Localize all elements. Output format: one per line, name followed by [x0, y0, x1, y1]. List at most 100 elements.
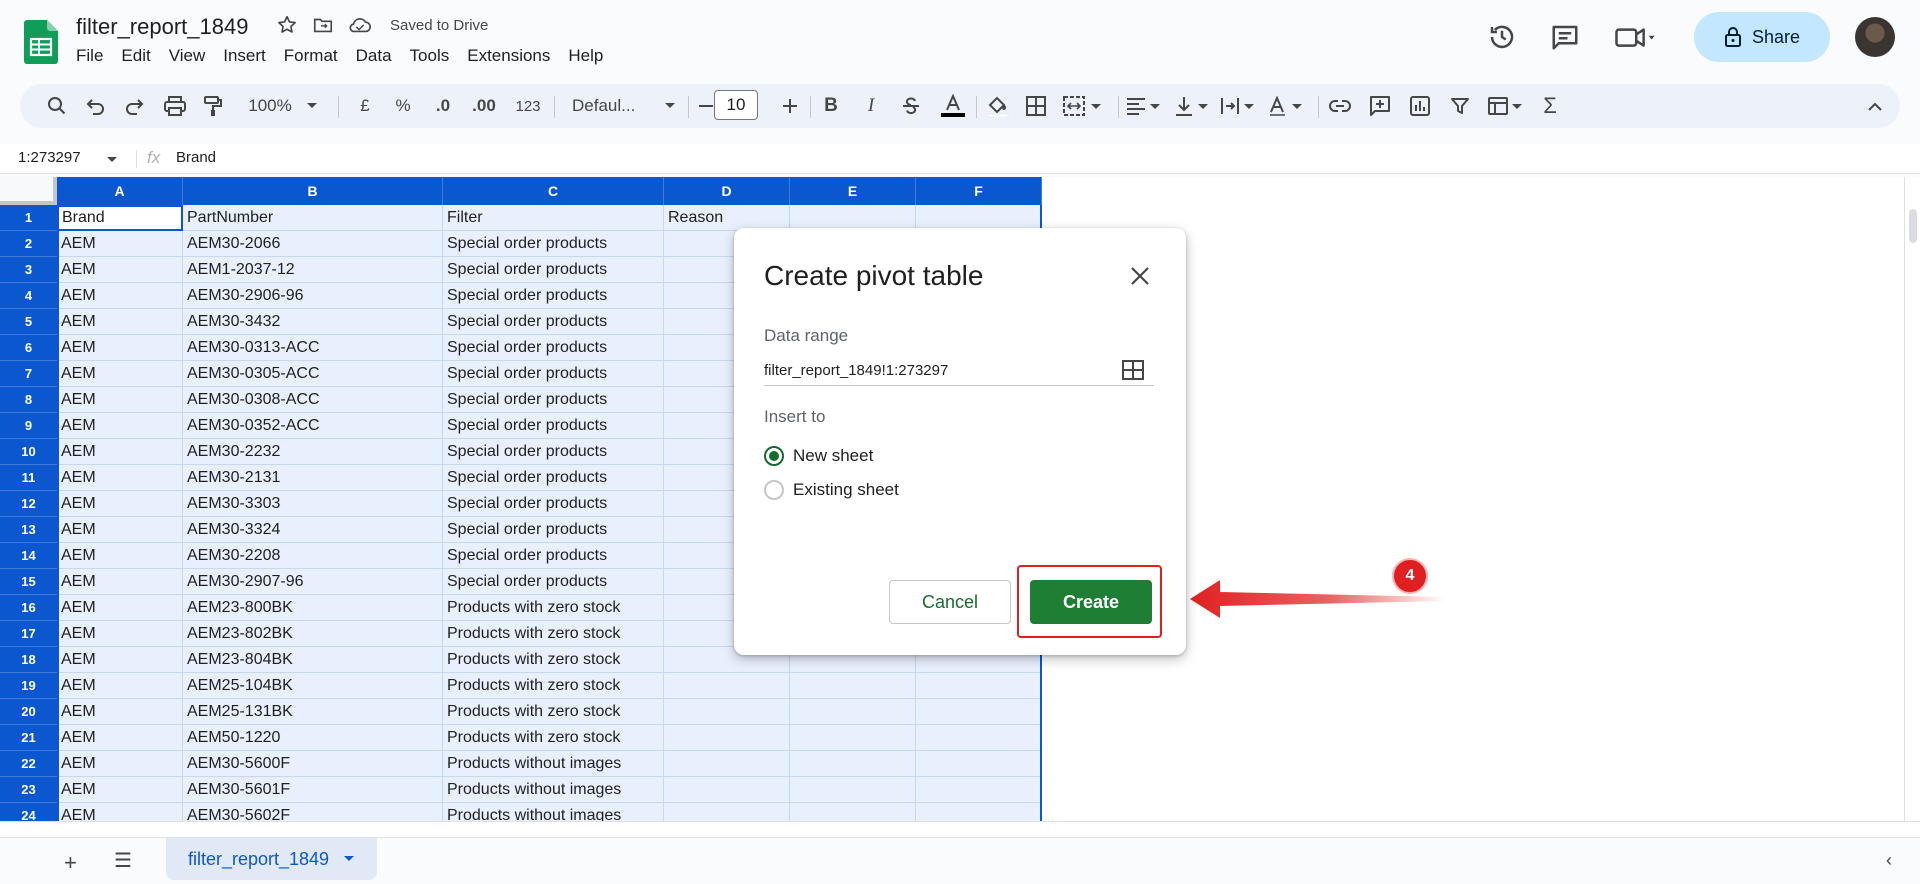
table-cell[interactable]: AEM: [57, 257, 183, 283]
close-icon[interactable]: [1128, 264, 1152, 288]
table-cell[interactable]: Special order products: [443, 491, 664, 517]
column-header-f[interactable]: F: [916, 177, 1042, 205]
table-cell[interactable]: Special order products: [443, 439, 664, 465]
row-header[interactable]: 23: [0, 777, 57, 803]
menu-tools[interactable]: Tools: [410, 46, 459, 66]
redo-icon[interactable]: [120, 84, 150, 128]
font-size-input[interactable]: 10: [714, 90, 758, 120]
table-cell[interactable]: Brand: [57, 205, 183, 231]
merge-cells-icon[interactable]: [1058, 84, 1108, 128]
row-header[interactable]: 10: [0, 439, 57, 465]
insert-link-icon[interactable]: [1324, 84, 1356, 128]
zoom-select[interactable]: 100%: [240, 84, 300, 128]
existing-sheet-option[interactable]: Existing sheet: [764, 480, 899, 500]
table-cell[interactable]: AEM1-2037-12: [183, 257, 443, 283]
sheet-tab[interactable]: filter_report_1849: [166, 838, 377, 880]
table-cell[interactable]: AEM: [57, 465, 183, 491]
row-header[interactable]: 16: [0, 595, 57, 621]
column-header-c[interactable]: C: [443, 177, 664, 205]
horizontal-align-icon[interactable]: [1122, 84, 1166, 128]
table-cell[interactable]: AEM30-3432: [183, 309, 443, 335]
menu-help[interactable]: Help: [568, 46, 612, 66]
table-cell[interactable]: Special order products: [443, 465, 664, 491]
row-header[interactable]: 24: [0, 803, 57, 821]
row-header[interactable]: 5: [0, 309, 57, 335]
table-cell[interactable]: Special order products: [443, 517, 664, 543]
table-cell[interactable]: AEM: [57, 699, 183, 725]
existing-sheet-radio[interactable]: [764, 480, 784, 500]
table-cell[interactable]: AEM30-0352-ACC: [183, 413, 443, 439]
menu-view[interactable]: View: [169, 46, 215, 66]
select-range-icon[interactable]: [1122, 360, 1144, 380]
data-range-field[interactable]: filter_report_1849!1:273297: [764, 356, 1154, 386]
table-cell[interactable]: [664, 777, 790, 803]
table-cell[interactable]: AEM: [57, 751, 183, 777]
table-cell[interactable]: [916, 751, 1042, 777]
name-box-chevron-icon[interactable]: [106, 156, 118, 164]
menu-edit[interactable]: Edit: [121, 46, 159, 66]
column-header-b[interactable]: B: [183, 177, 443, 205]
table-cell[interactable]: AEM30-0313-ACC: [183, 335, 443, 361]
table-cell[interactable]: Special order products: [443, 335, 664, 361]
table-cell[interactable]: [916, 699, 1042, 725]
decrease-decimal-button[interactable]: .0: [426, 84, 460, 128]
horizontal-scrollbar[interactable]: [0, 821, 1920, 837]
table-cell[interactable]: [664, 673, 790, 699]
table-cell[interactable]: AEM30-2066: [183, 231, 443, 257]
filter-icon[interactable]: [1444, 84, 1476, 128]
table-cell[interactable]: [916, 777, 1042, 803]
table-cell[interactable]: AEM30-2131: [183, 465, 443, 491]
bold-icon[interactable]: B: [816, 84, 846, 128]
sheets-logo-icon[interactable]: [24, 20, 58, 64]
table-cell[interactable]: AEM30-0308-ACC: [183, 387, 443, 413]
table-cell[interactable]: AEM: [57, 335, 183, 361]
italic-icon[interactable]: I: [856, 84, 886, 128]
undo-icon[interactable]: [80, 84, 110, 128]
menu-extensions[interactable]: Extensions: [467, 46, 559, 66]
percent-format-button[interactable]: %: [388, 84, 418, 128]
text-wrapping-icon[interactable]: [1216, 84, 1260, 128]
data-range-value[interactable]: filter_report_1849!1:273297: [764, 362, 948, 379]
table-cell[interactable]: Filter: [443, 205, 664, 231]
insert-comment-icon[interactable]: [1364, 84, 1396, 128]
table-cell[interactable]: Special order products: [443, 309, 664, 335]
row-header[interactable]: 4: [0, 283, 57, 309]
table-cell[interactable]: Products without images: [443, 803, 664, 821]
table-cell[interactable]: AEM23-802BK: [183, 621, 443, 647]
document-title[interactable]: filter_report_1849: [76, 14, 248, 40]
table-cell[interactable]: AEM: [57, 803, 183, 821]
text-rotation-icon[interactable]: [1264, 84, 1308, 128]
table-cell[interactable]: AEM: [57, 413, 183, 439]
row-header[interactable]: 20: [0, 699, 57, 725]
row-header[interactable]: 11: [0, 465, 57, 491]
table-cell[interactable]: [664, 803, 790, 821]
star-icon[interactable]: [276, 14, 298, 36]
cancel-button[interactable]: Cancel: [889, 580, 1011, 624]
table-cell[interactable]: AEM: [57, 361, 183, 387]
table-cell[interactable]: AEM30-2906-96: [183, 283, 443, 309]
table-cell[interactable]: [916, 725, 1042, 751]
collapse-toolbar-icon[interactable]: [1860, 84, 1890, 128]
row-header[interactable]: 22: [0, 751, 57, 777]
table-cell[interactable]: [790, 725, 916, 751]
paint-format-icon[interactable]: [198, 84, 228, 128]
column-header-d[interactable]: D: [664, 177, 790, 205]
table-cell[interactable]: AEM30-2232: [183, 439, 443, 465]
table-cell[interactable]: AEM23-804BK: [183, 647, 443, 673]
table-cell[interactable]: Products without images: [443, 751, 664, 777]
row-header[interactable]: 15: [0, 569, 57, 595]
table-cell[interactable]: Products with zero stock: [443, 673, 664, 699]
new-sheet-option[interactable]: New sheet: [764, 446, 873, 466]
row-header[interactable]: 1: [0, 205, 57, 231]
row-header[interactable]: 9: [0, 413, 57, 439]
table-cell[interactable]: AEM: [57, 543, 183, 569]
table-cell[interactable]: AEM30-3303: [183, 491, 443, 517]
table-cell[interactable]: AEM: [57, 621, 183, 647]
table-cell[interactable]: AEM50-1220: [183, 725, 443, 751]
row-header[interactable]: 21: [0, 725, 57, 751]
borders-icon[interactable]: [1020, 84, 1052, 128]
row-header[interactable]: 7: [0, 361, 57, 387]
table-cell[interactable]: AEM25-104BK: [183, 673, 443, 699]
increase-decimal-button[interactable]: .00: [464, 84, 504, 128]
comments-icon[interactable]: [1550, 22, 1580, 52]
